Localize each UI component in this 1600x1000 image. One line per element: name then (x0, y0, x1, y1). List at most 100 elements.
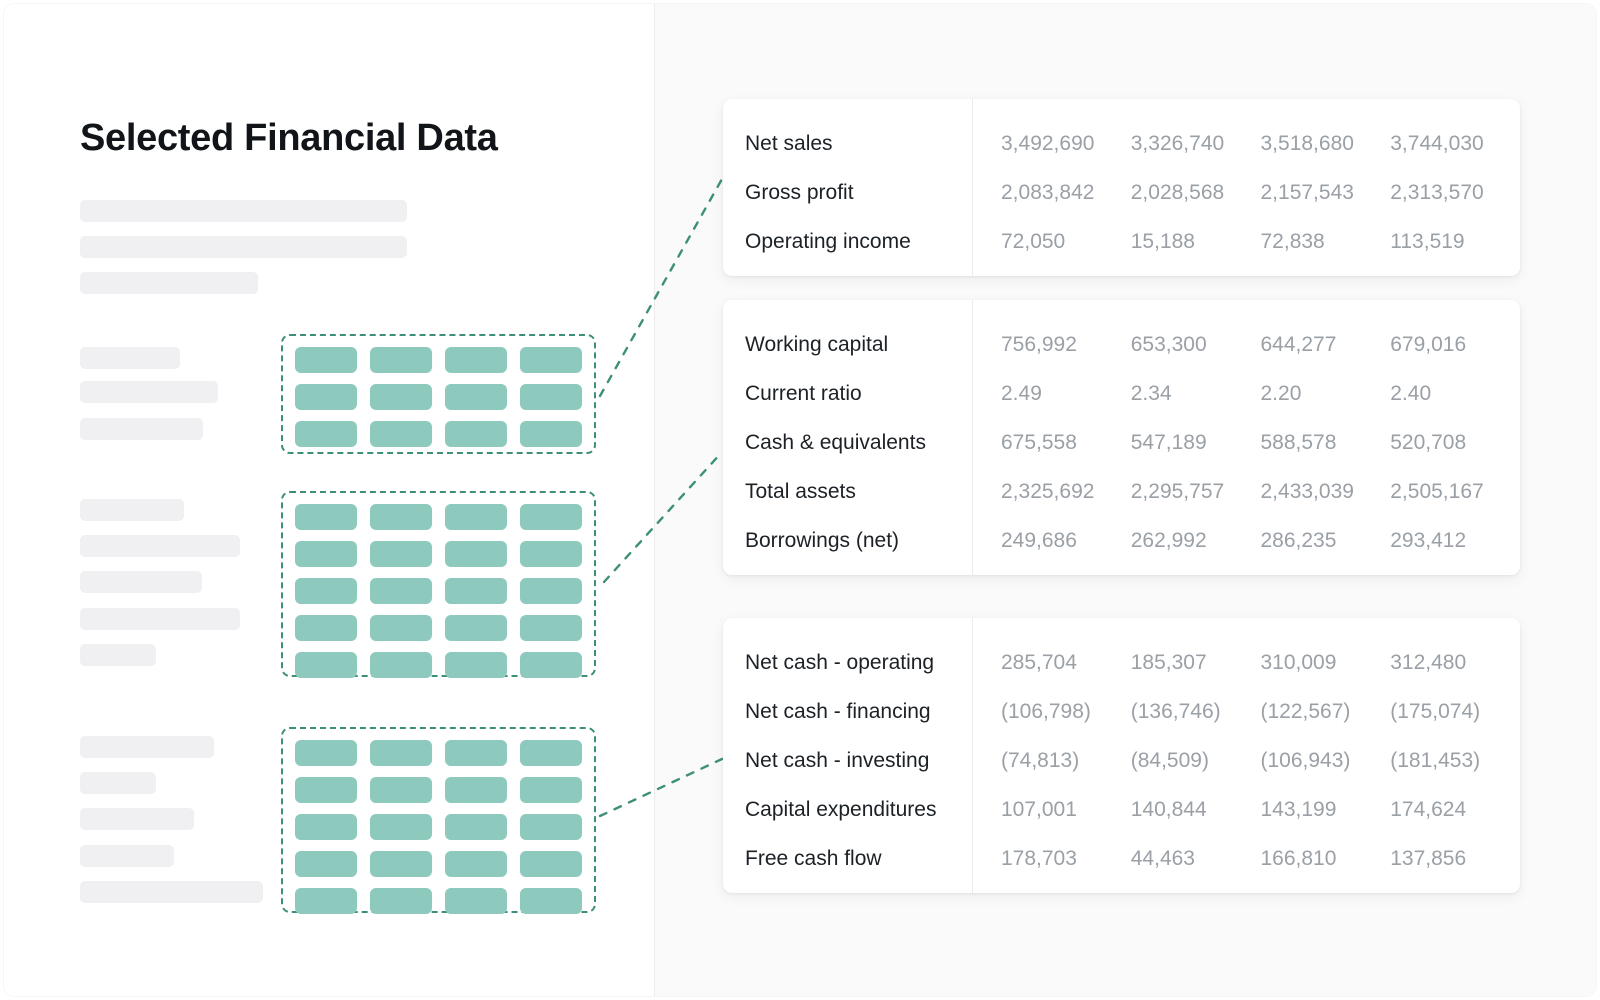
card-value-columns: 756,992 653,300 644,277 679,016 2.49 2.34 2.20… (973, 300, 1520, 575)
row-value: 15,188 (1130, 229, 1195, 253)
table-row-label: Net sales (745, 119, 972, 168)
income-statement-card[interactable]: Net sales Gross profit Operating income 3,4… (723, 99, 1520, 276)
row-value: 3,518,680 (1260, 131, 1354, 155)
table-cell (370, 384, 432, 410)
table-cell (295, 814, 357, 840)
row-value: 2,295,757 (1130, 479, 1225, 503)
card-value-columns: 285,704 185,307 310,009 312,480 (106,798) (13… (973, 618, 1520, 893)
cash-flow-card[interactable]: Net cash - operating Net cash - financing… (723, 618, 1520, 893)
highlighted-table-region[interactable] (281, 491, 596, 678)
table-row-label: Net cash - operating (745, 638, 972, 687)
row-value: 547,189 (1130, 430, 1207, 454)
table-column (445, 504, 507, 678)
table-column (370, 347, 432, 447)
table-cell (295, 504, 357, 530)
table-column (370, 504, 432, 678)
table-row-values: 285,704 185,307 310,009 312,480 (973, 638, 1520, 687)
table-cell (295, 578, 357, 604)
table-row-label: Borrowings (net) (745, 516, 972, 565)
row-value: 3,744,030 (1390, 131, 1484, 155)
row-value: 644,277 (1260, 332, 1337, 356)
table-cell (295, 615, 357, 641)
table-cell (445, 384, 507, 410)
card-label-column: Working capital Current ratio Cash & equiv… (723, 300, 973, 575)
row-value: (74,813) (1001, 748, 1080, 772)
table-cell (520, 777, 582, 803)
row-label: Borrowings (net) (745, 528, 900, 552)
table-cell (520, 347, 582, 373)
table-column (295, 347, 357, 447)
row-value: (106,943) (1260, 748, 1351, 772)
row-value: 675,558 (1001, 430, 1077, 454)
row-label: Net cash - financing (745, 699, 931, 723)
document-skeleton-line (80, 608, 240, 630)
document-skeleton-line (80, 236, 407, 258)
table-cell (295, 384, 357, 410)
row-value: 2,028,568 (1130, 180, 1225, 204)
row-value: (84,509) (1130, 748, 1209, 772)
highlighted-table-region[interactable] (281, 334, 596, 454)
row-value: 653,300 (1130, 332, 1207, 356)
table-row-label: Gross profit (745, 168, 972, 217)
row-value: 2,313,570 (1390, 180, 1484, 204)
row-value: 2.49 (1001, 381, 1042, 405)
app-frame: Selected Financial Data Net sales Gross p… (4, 4, 1596, 996)
row-label: Net cash - investing (745, 748, 930, 772)
document-skeleton-line (80, 845, 174, 867)
table-cell (520, 615, 582, 641)
row-label: Current ratio (745, 381, 862, 405)
source-document-panel: Selected Financial Data (4, 4, 654, 996)
table-cell (295, 851, 357, 877)
row-value: 107,001 (1001, 797, 1077, 821)
table-cell (370, 814, 432, 840)
table-column (370, 740, 432, 914)
row-value: 3,492,690 (1001, 131, 1095, 155)
screenshot-stage: Selected Financial Data Net sales Gross p… (0, 0, 1600, 1000)
document-skeleton-line (80, 571, 202, 593)
row-value: 2.20 (1260, 381, 1302, 405)
document-skeleton-line (80, 772, 156, 794)
table-cell (370, 541, 432, 567)
row-value: (181,453) (1390, 748, 1481, 772)
highlighted-table-region[interactable] (281, 727, 596, 914)
table-row-values: 72,050 15,188 72,838 113,519 (973, 217, 1520, 266)
table-row-values: 756,992 653,300 644,277 679,016 (973, 320, 1520, 369)
table-row-values: 178,703 44,463 166,810 137,856 (973, 834, 1520, 883)
row-value: 72,838 (1260, 229, 1325, 253)
row-value: 2,157,543 (1260, 180, 1354, 204)
row-value: 2.40 (1390, 381, 1432, 405)
table-row-values: 2,325,692 2,295,757 2,433,039 2,505,167 (973, 467, 1520, 516)
table-cell (445, 851, 507, 877)
table-column (295, 740, 357, 914)
row-label: Working capital (745, 332, 889, 356)
document-skeleton-line (80, 381, 218, 403)
table-cell (520, 888, 582, 914)
table-cell (520, 652, 582, 678)
table-cell (520, 578, 582, 604)
table-column (520, 347, 582, 447)
row-value: 178,703 (1001, 846, 1077, 870)
table-row-values: 2.49 2.34 2.20 2.40 (973, 369, 1520, 418)
balance-sheet-card[interactable]: Working capital Current ratio Cash & equiv… (723, 300, 1520, 575)
table-cell (295, 740, 357, 766)
row-value: 520,708 (1390, 430, 1467, 454)
table-cell (370, 851, 432, 877)
document-skeleton-line (80, 418, 203, 440)
document-skeleton-line (80, 808, 194, 830)
row-value: 262,992 (1130, 528, 1207, 552)
table-cell (445, 421, 507, 447)
table-row-label: Cash & equivalents (745, 418, 972, 467)
table-cell (295, 421, 357, 447)
table-row-label: Free cash flow (745, 834, 972, 883)
table-cell (445, 777, 507, 803)
table-cell (295, 777, 357, 803)
row-value: 143,199 (1260, 797, 1337, 821)
table-row-values: 3,492,690 3,326,740 3,518,680 3,744,030 (973, 119, 1520, 168)
document-skeleton-line (80, 499, 184, 521)
table-cell (445, 814, 507, 840)
table-cell (445, 652, 507, 678)
table-cell (520, 851, 582, 877)
row-value: (122,567) (1260, 699, 1351, 723)
document-skeleton-line (80, 535, 240, 557)
row-value: 185,307 (1130, 650, 1207, 674)
